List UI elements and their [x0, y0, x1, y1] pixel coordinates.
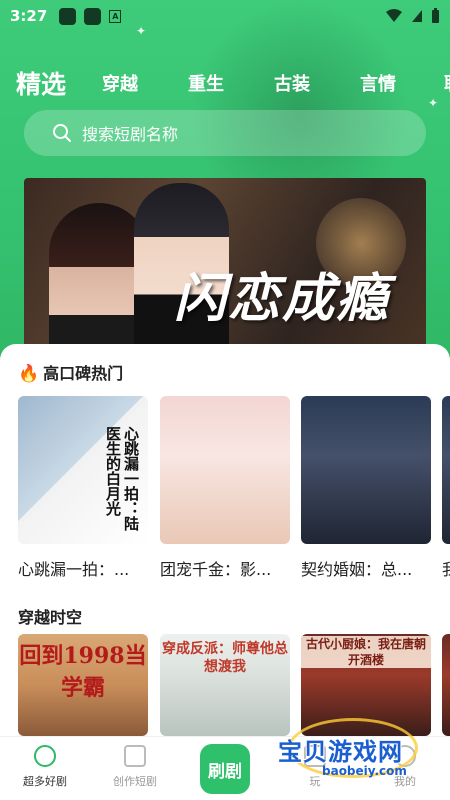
drama-card[interactable] [301, 396, 431, 544]
status-icons [385, 8, 440, 24]
signal-icon [412, 10, 422, 22]
card-title[interactable]: 我 [442, 556, 450, 580]
section-title-time-travel: 穿越时空 [18, 608, 83, 627]
notification-icon [59, 7, 77, 25]
card-title[interactable]: 心跳漏一拍：... [18, 556, 152, 580]
banner-title: 闪恋成瘾 [174, 268, 391, 329]
tab-workplace[interactable]: 职 [444, 70, 450, 96]
drama-card[interactable]: 回到1998当学霸 [18, 634, 148, 736]
tab-featured[interactable]: 精选 [16, 65, 66, 101]
drama-card[interactable]: 心跳漏一拍：陆医生的白月光 [18, 396, 148, 544]
tab-rebirth[interactable]: 重生 [188, 70, 224, 96]
fire-icon: 🔥 [18, 364, 40, 384]
section-title-hot: 🔥 高口碑热门 [18, 360, 123, 384]
star-home-icon [34, 745, 56, 767]
nav-label: 创作短剧 [113, 775, 157, 788]
tab-costume[interactable]: 古装 [274, 70, 310, 96]
nav-item-create[interactable]: 创作短剧 [100, 745, 170, 789]
watermark-logo: 宝贝游戏网 baobeiy.com [278, 708, 438, 788]
drama-card[interactable] [160, 396, 290, 544]
tab-romance[interactable]: 言情 [360, 70, 396, 96]
tab-time-travel[interactable]: 穿越 [102, 70, 138, 96]
watermark-url: baobeiy.com [322, 764, 407, 778]
card-title[interactable]: 团宠千金：影... [160, 556, 294, 580]
drama-card[interactable] [442, 634, 450, 736]
card-cover-text: 古代小厨娘：我在唐朝开酒楼 [301, 636, 431, 668]
status-time: 3:27 [10, 7, 48, 25]
drama-card[interactable]: 穿成反派：师尊他总想渡我 [160, 634, 290, 736]
category-tabs: 精选 穿越 重生 古装 言情 职 [0, 60, 450, 104]
battery-icon [432, 8, 439, 23]
card-title[interactable]: 契约婚姻：总... [301, 556, 435, 580]
nav-label: 超多好剧 [23, 775, 67, 788]
swipe-drama-button[interactable]: 刷剧 [200, 744, 250, 794]
search-bar[interactable]: 搜索短剧名称 [24, 110, 426, 156]
featured-banner[interactable]: 闪恋成瘾 [24, 178, 426, 364]
card-cover-text: 穿成反派：师尊他总想渡我 [162, 641, 288, 675]
watermark-text: 宝贝游戏网 [278, 738, 403, 766]
nav-item-home[interactable]: 超多好剧 [10, 745, 80, 789]
wifi-icon [386, 9, 402, 22]
a-notification-icon: A [109, 9, 122, 23]
plus-square-icon [124, 745, 146, 767]
section-title-text: 高口碑热门 [43, 364, 124, 383]
drama-card[interactable] [442, 396, 450, 544]
search-placeholder: 搜索短剧名称 [82, 125, 179, 144]
search-icon [53, 124, 71, 142]
content-sheet: 🔥 高口碑热门 心跳漏一拍：陆医生的白月光 心跳漏一拍：... 团宠千金：影...… [0, 344, 450, 736]
status-bar: 3:27 A [0, 0, 450, 32]
card-cover-text: 回到1998当学霸 [19, 643, 147, 701]
card-cover-text: 心跳漏一拍：陆医生的白月光 [104, 426, 140, 531]
notification-icon [84, 7, 102, 25]
